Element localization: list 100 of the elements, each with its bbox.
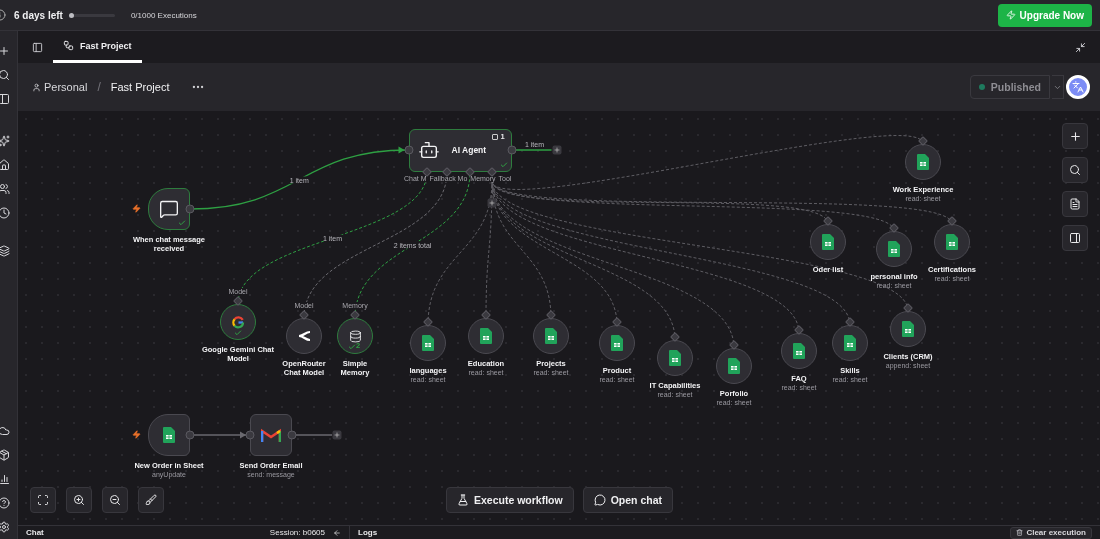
node-title: AI Agent: [451, 145, 487, 155]
flask-icon: [457, 494, 469, 506]
connection-handle[interactable]: [918, 136, 928, 146]
note-icon: [1069, 198, 1081, 210]
spreadsheet-icon: [163, 427, 175, 443]
tool-node[interactable]: [410, 325, 446, 361]
tool-node[interactable]: [934, 224, 970, 260]
connection-handle[interactable]: [423, 317, 433, 327]
tool-node[interactable]: [286, 318, 322, 354]
connection-handle[interactable]: [794, 325, 804, 335]
tool-node[interactable]: [337, 318, 373, 354]
connection-handle[interactable]: [889, 223, 899, 233]
connection-handle[interactable]: [670, 332, 680, 342]
trigger-node[interactable]: [148, 188, 190, 230]
lightning-icon: [132, 204, 141, 213]
tool-node[interactable]: [468, 318, 504, 354]
database-icon: [348, 329, 362, 343]
brush-icon: [145, 494, 157, 506]
connection-handle[interactable]: [350, 310, 360, 320]
success-check-icon: [348, 343, 356, 351]
plus-icon: [553, 146, 560, 154]
connection-handle[interactable]: [947, 216, 957, 226]
add-node-button[interactable]: [552, 145, 561, 155]
panel-icon: [32, 41, 43, 53]
tool-node[interactable]: [832, 325, 868, 361]
sticky-note-button[interactable]: [1062, 191, 1088, 217]
project-link[interactable]: Personal: [32, 81, 88, 93]
tool-node[interactable]: [716, 348, 752, 384]
spreadsheet-icon: [669, 350, 681, 366]
zoom-in-button[interactable]: [66, 487, 92, 513]
cloud-icon: [0, 425, 10, 437]
help-icon: [0, 497, 10, 509]
workflow-name[interactable]: Fast Project: [110, 81, 170, 93]
tool-node[interactable]: [810, 224, 846, 260]
tidy-up-button[interactable]: [138, 487, 164, 513]
breadcrumb-separator: /: [97, 80, 101, 94]
tool-node[interactable]: [876, 231, 912, 267]
connection-handle[interactable]: [245, 430, 255, 440]
connection-handle[interactable]: [481, 310, 491, 320]
connection-handle[interactable]: [729, 340, 739, 350]
back-arrow-icon[interactable]: [333, 528, 341, 537]
connection-handle[interactable]: [612, 317, 622, 327]
execute-workflow-button[interactable]: Execute workflow: [446, 487, 574, 513]
users-icon: [0, 183, 10, 195]
fit-view-icon: [37, 494, 49, 506]
plus-icon: [0, 45, 10, 57]
tool-node[interactable]: [781, 333, 817, 369]
fit-view-button[interactable]: [30, 487, 56, 513]
spreadsheet-icon: [946, 234, 958, 250]
search-icon: [0, 69, 10, 81]
success-check-icon: [178, 219, 186, 227]
open-chat-button[interactable]: Open chat: [582, 487, 674, 513]
connection-handle[interactable]: [185, 430, 195, 440]
panel-icon: [1069, 232, 1081, 244]
zoom-out-button[interactable]: [102, 487, 128, 513]
search-button[interactable]: [1062, 157, 1088, 183]
lightning-icon: [132, 430, 141, 439]
panel-icon: [0, 93, 10, 105]
published-button[interactable]: Published: [969, 75, 1050, 99]
tool-node[interactable]: [599, 325, 635, 361]
connection-handle[interactable]: [823, 216, 833, 226]
collapse-arrows-icon: [1075, 41, 1086, 53]
spreadsheet-icon: [793, 343, 805, 359]
connection-handle[interactable]: [185, 204, 195, 214]
tool-node[interactable]: [890, 311, 926, 347]
add-node-button[interactable]: [332, 430, 342, 440]
panel-toggle-button[interactable]: [1062, 225, 1088, 251]
executions-count: 0/1000 Executions: [130, 10, 197, 20]
connection-handle[interactable]: [233, 296, 243, 306]
spreadsheet-icon: [822, 234, 834, 250]
connection-handle[interactable]: [487, 167, 497, 177]
zoom-out-icon: [109, 494, 121, 506]
tool-node[interactable]: [220, 304, 256, 340]
sparkles-icon: [0, 135, 10, 147]
plus-icon: [1068, 129, 1082, 143]
connection-handle[interactable]: [903, 303, 913, 313]
connection-handle[interactable]: [507, 145, 516, 155]
package-icon: [0, 449, 10, 461]
connection-handle[interactable]: [404, 145, 413, 155]
connection-handle[interactable]: [287, 430, 297, 440]
tool-node[interactable]: [533, 318, 569, 354]
mail-logo-icon: [261, 427, 281, 443]
plus-icon: [333, 431, 341, 439]
connection-handle[interactable]: [845, 317, 855, 327]
connection-handle[interactable]: [546, 310, 556, 320]
robot-icon: [417, 139, 440, 161]
zoom-in-icon: [73, 494, 85, 506]
action-node[interactable]: [250, 414, 292, 456]
translate-button[interactable]: [1066, 75, 1090, 99]
add-tool-button[interactable]: [487, 198, 497, 208]
tool-node[interactable]: [905, 144, 941, 180]
bar-chart-icon: [0, 473, 10, 485]
connection-handle[interactable]: [465, 167, 475, 177]
tool-node[interactable]: [657, 340, 693, 376]
connection-handle[interactable]: [299, 310, 309, 320]
search-icon: [1069, 164, 1081, 176]
chat-bubble-icon: [593, 494, 606, 506]
clear-execution-button[interactable]: Clear execution: [1010, 526, 1092, 539]
trigger-node[interactable]: [148, 414, 190, 456]
add-node-button[interactable]: [1062, 123, 1088, 149]
